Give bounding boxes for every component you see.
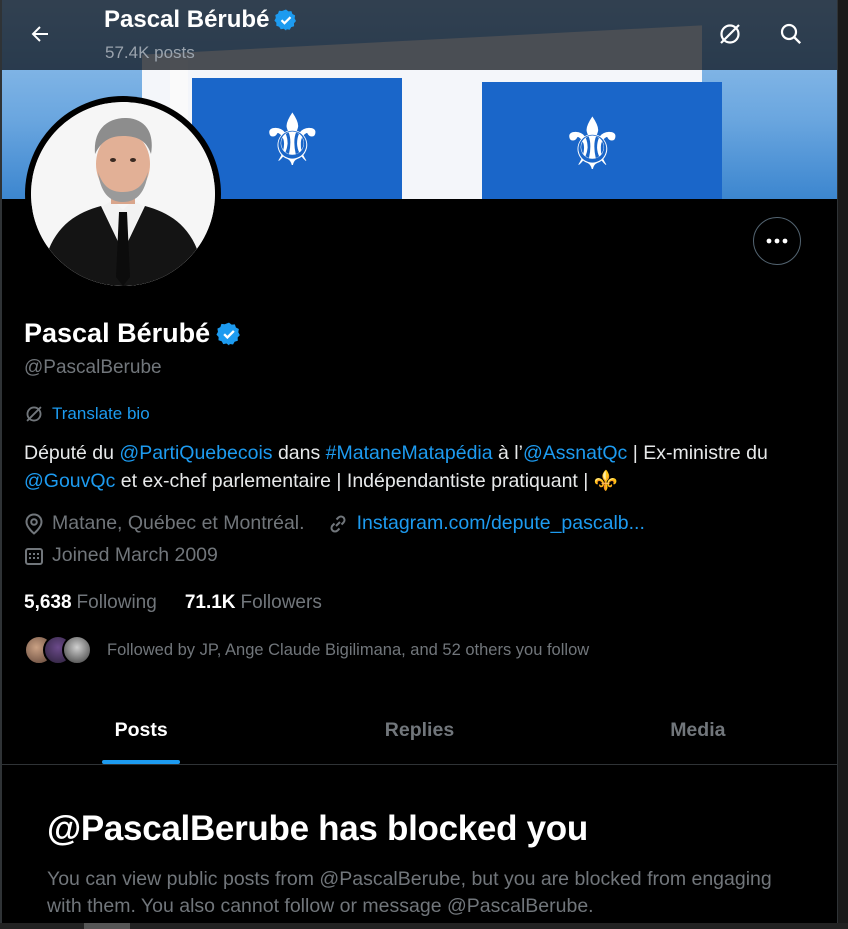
translate-bio-label: Translate bio <box>52 404 150 423</box>
profile-display-name: Pascal Bérubé <box>24 318 242 349</box>
avatar-portrait <box>31 102 215 286</box>
following-link[interactable]: 5,638 Following <box>24 592 157 614</box>
location-pin-icon <box>25 512 43 535</box>
arrow-left-icon <box>31 26 48 42</box>
followed-by-row[interactable]: Followed by JP, Ange Claude Bigilimana, … <box>24 633 589 667</box>
search-icon <box>780 23 802 45</box>
link-icon <box>330 514 346 533</box>
website-link[interactable]: Instagram.com/depute_pascalb... <box>357 512 645 535</box>
bio-hashtag-matanematapedia[interactable]: #MataneMatapédia <box>326 442 493 464</box>
blocked-message: You can view public posts from @PascalBe… <box>47 868 772 917</box>
follow-stats: 5,638 Following 71.1K Followers <box>24 592 350 614</box>
bio-mention-gouvqc[interactable]: @GouvQc <box>24 470 115 492</box>
tab-label: Posts <box>114 719 168 741</box>
verified-badge-icon <box>274 9 297 31</box>
profile-header-bar: Pascal Bérubé 57.4K posts <box>2 0 837 70</box>
location-text: Matane, Québec et Montréal. <box>52 512 305 534</box>
joined-text: Joined March 2009 <box>52 544 218 566</box>
verified-badge-icon[interactable] <box>216 321 242 347</box>
translate-button[interactable] <box>710 14 750 54</box>
calendar-icon <box>25 547 43 565</box>
followers-count: 71.1K <box>184 592 236 613</box>
profile-location: Matane, Québec et Montréal. <box>24 512 305 535</box>
translate-off-icon <box>720 24 740 44</box>
followed-by-text: Followed by JP, Ange Claude Bigilimana, … <box>107 640 590 659</box>
tab-media[interactable]: Media <box>559 697 837 764</box>
followed-by-avatars <box>24 633 94 667</box>
back-button[interactable] <box>20 14 60 54</box>
profile-handle: @PascalBerube <box>24 357 162 378</box>
avatar-photo <box>31 102 215 286</box>
profile-joined: Joined March 2009 <box>24 544 218 567</box>
bio-text: | Ex-ministre du <box>627 442 768 464</box>
fleur-de-lis-emoji: ⚜️ <box>593 470 619 492</box>
header-posts-count: 57.4K posts <box>105 43 195 62</box>
follower-avatar <box>62 635 92 665</box>
more-options-button[interactable] <box>753 217 801 265</box>
translate-bio-link[interactable]: Translate bio <box>24 404 150 424</box>
bio-text: à l’ <box>492 442 523 464</box>
search-button[interactable] <box>771 14 811 54</box>
followers-link[interactable]: 71.1K Followers <box>185 592 322 614</box>
bio-text: Député du <box>24 442 120 464</box>
profile-avatar[interactable] <box>25 96 221 292</box>
scrollbar-track[interactable] <box>838 0 848 929</box>
bio-text: dans <box>272 442 326 464</box>
bio-text: et ex-chef parlementaire | Indépendantis… <box>115 470 594 492</box>
active-tab-indicator <box>102 760 181 764</box>
tab-label: Media <box>670 719 726 741</box>
profile-meta-row: Matane, Québec et Montréal. Instagram.co… <box>24 512 667 535</box>
profile-meta-row-joined: Joined March 2009 <box>24 544 240 567</box>
fleur-de-lis-icon: ⚜ <box>560 102 625 186</box>
translate-off-icon <box>26 406 42 422</box>
header-name: Pascal Bérubé <box>104 6 298 34</box>
followers-label: Followers <box>240 592 322 613</box>
tab-replies[interactable]: Replies <box>280 697 558 764</box>
profile-website[interactable]: Instagram.com/depute_pascalb... <box>327 512 645 535</box>
profile-tabs: Posts Replies Media <box>2 697 837 765</box>
following-label: Following <box>76 592 157 613</box>
horizontal-scrollbar-thumb[interactable] <box>84 923 130 929</box>
more-icon <box>766 238 788 244</box>
following-count: 5,638 <box>24 592 72 613</box>
bio-mention-partiquebecois[interactable]: @PartiQuebecois <box>119 442 272 464</box>
tab-label: Replies <box>384 719 455 741</box>
fleur-de-lis-icon: ⚜ <box>260 98 325 182</box>
tab-posts[interactable]: Posts <box>2 697 280 764</box>
profile-bio: Député du @PartiQuebecois dans #MataneMa… <box>24 439 824 495</box>
header-name-text: Pascal Bérubé <box>104 6 270 33</box>
blocked-title: @PascalBerube has blocked you <box>47 809 588 848</box>
display-name-text: Pascal Bérubé <box>24 318 211 348</box>
bio-mention-assnatqc[interactable]: @AssnatQc <box>523 442 627 464</box>
